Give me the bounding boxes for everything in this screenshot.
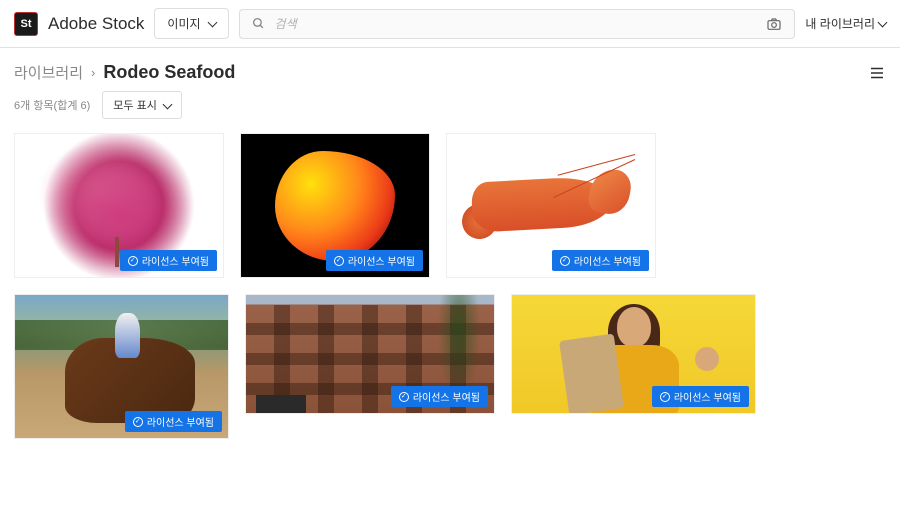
- check-circle-icon: ✓: [133, 417, 143, 427]
- chevron-down-icon: [163, 99, 173, 109]
- brand-name: Adobe Stock: [48, 14, 144, 34]
- license-badge-text: 라이선스 부여됨: [413, 389, 480, 404]
- item-count: 6개 항목(합계 6): [14, 97, 90, 113]
- asset-grid: ✓ 라이선스 부여됨 ✓ 라이선스 부여됨 ✓ 라이선스 부여됨 ✓ 라이선스 …: [0, 129, 900, 443]
- license-badge-text: 라이선스 부여됨: [142, 253, 209, 268]
- search-box[interactable]: [239, 9, 796, 39]
- check-circle-icon: ✓: [560, 256, 570, 266]
- license-badge: ✓ 라이선스 부여됨: [120, 250, 217, 271]
- check-circle-icon: ✓: [128, 256, 138, 266]
- license-badge-text: 라이선스 부여됨: [674, 389, 741, 404]
- chevron-down-icon: [878, 18, 888, 28]
- my-library-label: 내 라이브러리: [805, 15, 875, 32]
- asset-card[interactable]: ✓ 라이선스 부여됨: [511, 294, 756, 414]
- asset-card[interactable]: ✓ 라이선스 부여됨: [14, 294, 229, 439]
- subheader: 라이브러리 › Rodeo Seafood 6개 항목(합계 6) 모두 표시: [0, 48, 900, 129]
- search-input[interactable]: [275, 17, 757, 31]
- camera-icon[interactable]: [766, 16, 782, 32]
- check-circle-icon: ✓: [334, 256, 344, 266]
- license-badge: ✓ 라이선스 부여됨: [326, 250, 423, 271]
- chevron-down-icon: [207, 18, 217, 28]
- menu-icon[interactable]: [868, 64, 886, 82]
- breadcrumb: 라이브러리 › Rodeo Seafood: [14, 62, 235, 83]
- license-badge: ✓ 라이선스 부여됨: [552, 250, 649, 271]
- asset-card[interactable]: ✓ 라이선스 부여됨: [240, 133, 430, 278]
- search-icon: [252, 17, 265, 30]
- asset-type-select[interactable]: 이미지: [154, 8, 228, 39]
- license-badge: ✓ 라이선스 부여됨: [125, 411, 222, 432]
- adobe-stock-icon: St: [14, 12, 38, 36]
- asset-type-label: 이미지: [167, 15, 200, 32]
- license-badge-text: 라이선스 부여됨: [348, 253, 415, 268]
- license-badge: ✓ 라이선스 부여됨: [391, 386, 488, 407]
- check-circle-icon: ✓: [660, 392, 670, 402]
- my-library-link[interactable]: 내 라이브러리: [805, 15, 886, 32]
- asset-card[interactable]: ✓ 라이선스 부여됨: [245, 294, 495, 414]
- breadcrumb-separator: ›: [91, 65, 95, 80]
- brand-logo[interactable]: St Adobe Stock: [14, 12, 144, 36]
- check-circle-icon: ✓: [399, 392, 409, 402]
- asset-card[interactable]: ✓ 라이선스 부여됨: [14, 133, 224, 278]
- top-header: St Adobe Stock 이미지 내 라이브러리: [0, 0, 900, 48]
- license-badge-text: 라이선스 부여됨: [574, 253, 641, 268]
- asset-card[interactable]: ✓ 라이선스 부여됨: [446, 133, 656, 278]
- breadcrumb-parent[interactable]: 라이브러리: [14, 62, 83, 83]
- view-filter-select[interactable]: 모두 표시: [102, 91, 182, 119]
- page-title: Rodeo Seafood: [103, 62, 235, 83]
- license-badge: ✓ 라이선스 부여됨: [652, 386, 749, 407]
- license-badge-text: 라이선스 부여됨: [147, 414, 214, 429]
- view-filter-label: 모두 표시: [113, 97, 157, 113]
